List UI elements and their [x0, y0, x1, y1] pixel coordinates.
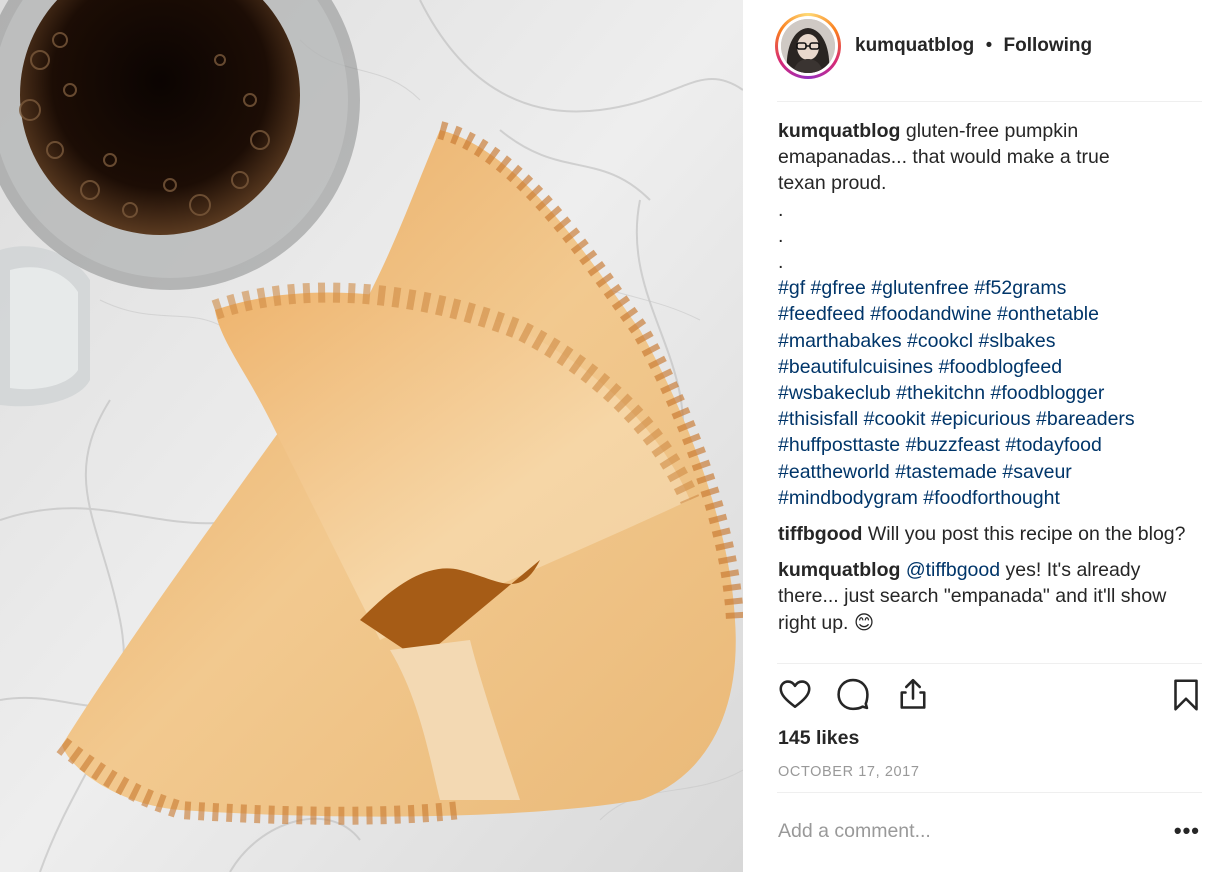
hashtag-link[interactable]: #eattheworld — [778, 461, 890, 483]
comment-username[interactable]: kumquatblog — [778, 559, 900, 581]
hashtag-link[interactable]: #thekitchn — [896, 382, 985, 404]
comment-text: Will you post this recipe on the blog? — [867, 523, 1186, 546]
header-divider — [777, 101, 1202, 102]
following-button[interactable]: Following — [1004, 35, 1093, 56]
post-username[interactable]: kumquatblog — [855, 35, 974, 56]
hashtag-link[interactable]: #onthetable — [997, 303, 1099, 325]
caption-text-line: texan proud. — [778, 172, 887, 195]
caption-text-line: emapanadas... that would make a true — [778, 146, 1110, 169]
hashtag-line: #thisisfall #cookit #epicurious #bareade… — [778, 406, 1198, 432]
likes-count[interactable]: 145 likes — [778, 727, 859, 750]
hashtag-link[interactable]: #tastemade — [895, 461, 997, 483]
hashtag-line: #marthabakes #cookcl #slbakes — [778, 328, 1198, 354]
caption-text-line: . — [778, 198, 784, 221]
hashtag-line: #eattheworld #tastemade #saveur — [778, 459, 1198, 485]
hashtag-link[interactable]: #glutenfree — [871, 277, 969, 299]
hashtag-link[interactable]: #saveur — [1002, 461, 1071, 483]
hashtag-line: #wsbakeclub #thekitchn #foodblogger — [778, 380, 1198, 406]
caption-text-line: gluten-free pumpkin — [905, 120, 1079, 142]
hashtag-link[interactable]: #foodblogfeed — [938, 356, 1062, 378]
hashtag-link[interactable]: #gf — [778, 277, 805, 299]
hashtag-line: #mindbodygram #foodforthought — [778, 485, 1198, 511]
hashtag-line: #huffposttaste #buzzfeast #todayfood — [778, 432, 1198, 458]
footer-divider — [777, 792, 1202, 793]
hashtag-block: #gf #gfree #glutenfree #f52grams #feedfee… — [778, 275, 1198, 511]
heart-icon[interactable] — [777, 676, 813, 712]
comments-section: kumquatblog gluten-free pumpkin emapanad… — [778, 118, 1198, 636]
comment-mention[interactable]: @tiffbgood — [906, 559, 1000, 581]
caption: kumquatblog gluten-free pumpkin emapanad… — [778, 118, 1198, 511]
post-header: kumquatblog • Following — [775, 10, 1202, 82]
empanada-photo — [0, 0, 743, 872]
hashtag-link[interactable]: #buzzfeast — [906, 434, 1000, 456]
share-icon[interactable] — [895, 676, 931, 712]
comment-username[interactable]: tiffbgood — [778, 523, 862, 545]
hashtag-line: #feedfeed #foodandwine #onthetable — [778, 301, 1198, 327]
hashtag-link[interactable]: #epicurious — [931, 408, 1031, 430]
hashtag-link[interactable]: #wsbakeclub — [778, 382, 891, 404]
avatar — [781, 19, 835, 73]
avatar-image — [781, 19, 835, 73]
hashtag-link[interactable]: #cookcl — [907, 330, 973, 352]
hashtag-link[interactable]: #gfree — [811, 277, 866, 299]
more-options-icon[interactable]: ••• — [1174, 818, 1200, 844]
hashtag-link[interactable]: #cookit — [864, 408, 926, 430]
caption-username[interactable]: kumquatblog — [778, 120, 900, 142]
post-date[interactable]: OCTOBER 17, 2017 — [778, 764, 920, 780]
hashtag-link[interactable]: #huffposttaste — [778, 434, 900, 456]
comment-bubble-icon[interactable] — [835, 676, 871, 712]
bookmark-icon[interactable] — [1168, 676, 1204, 714]
hashtag-link[interactable]: #f52grams — [974, 277, 1066, 299]
hashtag-link[interactable]: #foodforthought — [923, 487, 1060, 509]
hashtag-link[interactable]: #mindbodygram — [778, 487, 918, 509]
post-side-panel: kumquatblog • Following kumquatblog glut… — [743, 0, 1228, 872]
hashtag-link[interactable]: #todayfood — [1005, 434, 1102, 456]
hashtag-link[interactable]: #thisisfall — [778, 408, 858, 430]
comments-divider — [777, 663, 1202, 664]
hashtag-link[interactable]: #feedfeed — [778, 303, 865, 325]
hashtag-link[interactable]: #bareaders — [1036, 408, 1135, 430]
add-comment-input[interactable] — [778, 820, 1138, 843]
hashtag-line: #beautifulcuisines #foodblogfeed — [778, 354, 1198, 380]
comment: kumquatblog @tiffbgood yes! It's already… — [778, 557, 1198, 636]
hashtag-link[interactable]: #beautifulcuisines — [778, 356, 933, 378]
smile-emoji-icon: 😊 — [853, 611, 875, 634]
caption-text-line: . — [778, 224, 784, 247]
post-container: kumquatblog • Following kumquatblog glut… — [0, 0, 1228, 872]
caption-text-line: . — [778, 251, 784, 274]
story-ring[interactable] — [775, 13, 841, 79]
post-image[interactable] — [0, 0, 743, 872]
hashtag-link[interactable]: #foodblogger — [990, 382, 1104, 404]
hashtag-link[interactable]: #marthabakes — [778, 330, 902, 352]
comment: tiffbgood Will you post this recipe on t… — [778, 521, 1198, 547]
action-bar — [777, 676, 1204, 718]
header-separator: • — [985, 35, 993, 56]
hashtag-link[interactable]: #foodandwine — [870, 303, 991, 325]
hashtag-line: #gf #gfree #glutenfree #f52grams — [778, 275, 1198, 301]
hashtag-link[interactable]: #slbakes — [979, 330, 1056, 352]
